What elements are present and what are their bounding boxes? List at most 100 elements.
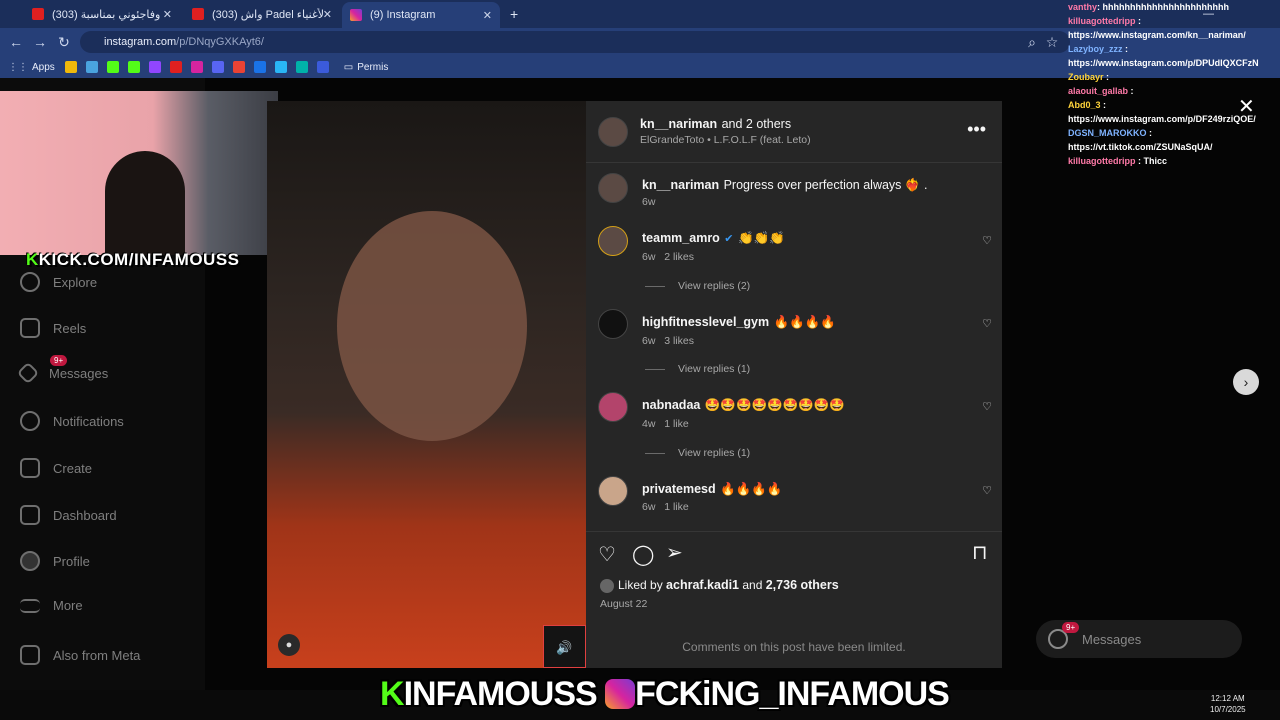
- comment-likes[interactable]: 2 likes: [664, 251, 694, 263]
- kick-icon[interactable]: [127, 61, 140, 73]
- permis-folder[interactable]: Permis: [357, 62, 388, 73]
- post-audio[interactable]: ElGrandeToto • L.F.O.L.F (feat. Leto): [640, 134, 811, 146]
- post-photo: [267, 101, 586, 668]
- bookmark-icon[interactable]: [316, 61, 329, 73]
- twitch-icon[interactable]: [148, 61, 161, 73]
- kick-icon[interactable]: [106, 61, 119, 73]
- comment-like-icon[interactable]: ♡: [982, 400, 992, 413]
- comments-limited-notice: Comments on this post have been limited.: [682, 640, 906, 654]
- sidebar-item-more[interactable]: More: [20, 598, 83, 613]
- comment-likes[interactable]: 3 likes: [664, 335, 694, 347]
- comment-user[interactable]: privatemesd: [642, 482, 716, 496]
- comment-age: 6w: [642, 501, 656, 513]
- comment-meta: 6w 1 like: [642, 501, 689, 513]
- profile-avatar-icon: [20, 551, 40, 571]
- chat-user: killuagottedripp: [1068, 16, 1136, 26]
- audio-toggle-button[interactable]: 🔊: [543, 625, 586, 668]
- comment-age: 4w: [642, 418, 656, 430]
- comment: teamm_amro ✔ 👏👏👏: [642, 229, 785, 247]
- messages-pill-label: Messages: [1082, 631, 1142, 647]
- sidebar-item-dashboard[interactable]: Dashboard: [20, 505, 117, 525]
- forward-icon[interactable]: →: [28, 34, 52, 50]
- sidebar-item-create[interactable]: Create: [20, 458, 92, 478]
- comment-likes[interactable]: 1 like: [664, 418, 689, 430]
- comment-user[interactable]: highfitnesslevel_gym: [642, 315, 769, 329]
- comment-icon[interactable]: ◯: [632, 542, 654, 567]
- compass-icon: [20, 272, 40, 292]
- tab-instagram[interactable]: (9) Instagram ✕: [342, 2, 500, 28]
- liked-by-others[interactable]: 2,736 others: [766, 578, 839, 592]
- messages-badge: 9+: [50, 355, 68, 366]
- view-replies-button[interactable]: View replies (1): [644, 447, 750, 459]
- apps-grid-icon[interactable]: ⋮⋮: [8, 62, 28, 73]
- comment-avatar[interactable]: [598, 476, 628, 506]
- comment-user[interactable]: nabnadaa: [642, 398, 700, 412]
- sidebar-item-label: Notifications: [53, 413, 124, 429]
- comment-avatar[interactable]: [598, 226, 628, 256]
- messages-pill[interactable]: 9+ Messages: [1036, 620, 1242, 658]
- binance-icon[interactable]: [64, 61, 77, 73]
- post-author[interactable]: kn__nariman: [640, 117, 717, 131]
- comment: highfitnesslevel_gym 🔥🔥🔥🔥: [642, 313, 836, 331]
- tab-youtube-1[interactable]: (303) داري ليا حفلة وفاجئوني بمناسبة ✕: [24, 4, 180, 24]
- back-icon[interactable]: ←: [4, 34, 28, 50]
- comment-like-icon[interactable]: ♡: [982, 234, 992, 247]
- url-input[interactable]: instagram.com/p/DNqyGXKAyt6/: [80, 31, 1070, 53]
- post-coauthors[interactable]: and 2 others: [722, 117, 792, 131]
- bookmark-star-icon[interactable]: ☆: [1040, 34, 1064, 51]
- bookmark-icon[interactable]: [295, 61, 308, 73]
- next-post-icon[interactable]: ›: [1233, 369, 1259, 395]
- comment-like-icon[interactable]: ♡: [982, 484, 992, 497]
- apps-bookmark[interactable]: Apps: [32, 62, 55, 73]
- youtube-icon: [32, 8, 44, 20]
- close-tab-icon[interactable]: ✕: [483, 9, 492, 22]
- liked-by-and: and: [742, 578, 763, 592]
- close-tab-icon[interactable]: ✕: [323, 8, 332, 21]
- tab-youtube-2[interactable]: (303) واش Padel رياضة الأغنياء ✕: [184, 4, 340, 24]
- sidebar-item-reels[interactable]: Reels: [20, 318, 86, 338]
- sidebar-item-profile[interactable]: Profile: [20, 551, 90, 571]
- comment-like-icon[interactable]: ♡: [982, 317, 992, 330]
- kick-url-overlay: KKICK.COM/INFAMOUSS: [26, 250, 240, 270]
- comment-avatar[interactable]: [598, 309, 628, 339]
- close-tab-icon[interactable]: ✕: [163, 8, 172, 21]
- liked-by: Liked by achraf.kadi1 and 2,736 others: [600, 578, 839, 593]
- youtube-icon: [192, 8, 204, 20]
- like-icon[interactable]: ♡: [598, 542, 616, 567]
- comment-likes[interactable]: 1 like: [664, 501, 689, 513]
- bookmark-icon[interactable]: [253, 61, 266, 73]
- tagged-users-icon[interactable]: ●: [278, 634, 300, 656]
- kick-url: KICK.COM/INFAMOUSS: [38, 250, 240, 269]
- save-icon[interactable]: ⊓: [972, 540, 988, 565]
- view-replies-button[interactable]: View replies (1): [644, 363, 750, 375]
- chat-message: Lazyboy_zzz : https://www.instagram.com/p…: [1068, 44, 1259, 68]
- share-icon[interactable]: ➢: [666, 540, 683, 565]
- post-author-line: kn__nariman and 2 others: [640, 115, 791, 133]
- liked-by-user[interactable]: achraf.kadi1: [666, 578, 739, 592]
- comment-user[interactable]: teamm_amro: [642, 231, 720, 245]
- sidebar-item-explore[interactable]: Explore: [20, 272, 97, 292]
- youtube-icon[interactable]: [169, 61, 182, 73]
- tab-title: (303) داري ليا حفلة وفاجئوني بمناسبة: [52, 8, 163, 21]
- view-replies-button[interactable]: View replies (2): [644, 280, 750, 292]
- author-avatar[interactable]: [598, 117, 628, 147]
- more-options-icon[interactable]: •••: [967, 119, 986, 140]
- caption-avatar[interactable]: [598, 173, 628, 203]
- sidebar-item-meta[interactable]: Also from Meta: [20, 645, 140, 665]
- face-shape: [337, 211, 527, 441]
- bookmark-icon[interactable]: [274, 61, 287, 73]
- sidebar-item-label: Dashboard: [53, 507, 117, 523]
- discord-icon[interactable]: [211, 61, 224, 73]
- liked-by-prefix: Liked by: [618, 578, 663, 592]
- new-tab-button[interactable]: +: [502, 4, 522, 24]
- caption-user[interactable]: kn__nariman: [642, 178, 719, 192]
- reload-icon[interactable]: ↻: [52, 34, 76, 51]
- sidebar-item-messages[interactable]: 9+ Messages: [16, 355, 108, 385]
- taskbar-clock[interactable]: 12:12 AM 10/7/2025: [1210, 693, 1246, 715]
- instagram-icon[interactable]: [190, 61, 203, 73]
- gmail-icon[interactable]: [232, 61, 245, 73]
- comment-avatar[interactable]: [598, 392, 628, 422]
- sidebar-item-notifications[interactable]: Notifications: [20, 411, 124, 431]
- bookmark-icon[interactable]: [85, 61, 98, 73]
- sidebar-item-label: More: [53, 598, 83, 613]
